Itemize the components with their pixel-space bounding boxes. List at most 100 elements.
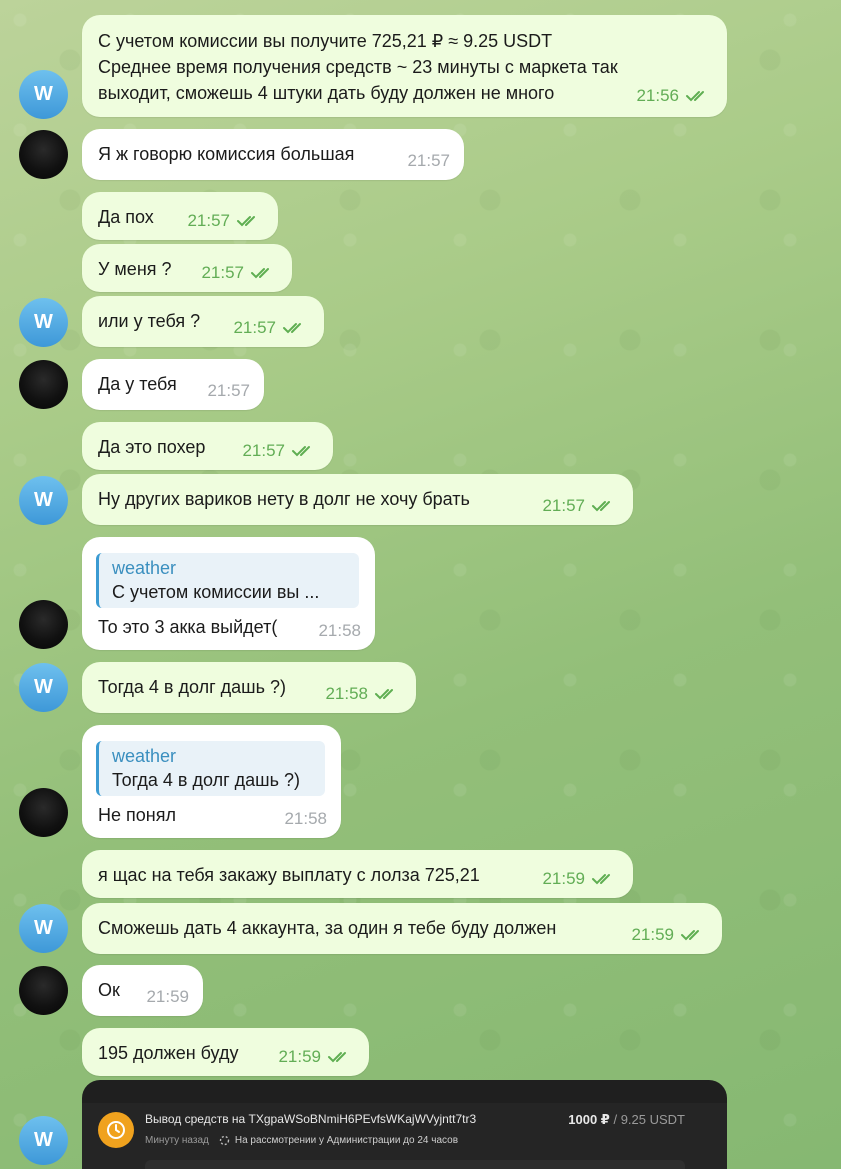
message-meta: 21:57: [187, 208, 264, 234]
message-text: То это 3 акка выйдет(: [98, 617, 278, 637]
message-time: 21:59: [146, 987, 189, 1006]
message-meta: 21:57: [542, 493, 619, 519]
avatar[interactable]: W: [19, 663, 68, 712]
message-time: 21:58: [318, 621, 361, 640]
message-meta: 21:57: [201, 260, 278, 286]
avatar[interactable]: [19, 360, 68, 409]
avatar-letter: W: [34, 83, 53, 105]
message-bubble-incoming[interactable]: weather С учетом комиссии вы ... То это …: [82, 537, 375, 650]
message-time: 21:56: [636, 86, 679, 105]
message-text: У меня ?: [98, 259, 172, 279]
spinner-icon: [219, 1135, 230, 1146]
message-meta: 21:57: [207, 378, 250, 404]
avatar-letter: W: [34, 917, 53, 939]
reply-quote[interactable]: weather С учетом комиссии вы ...: [96, 553, 359, 608]
avatar-letter: W: [34, 311, 53, 333]
message-bubble-outgoing[interactable]: Сможешь дать 4 аккаунта, за один я тебе …: [82, 903, 722, 954]
withdraw-card[interactable]: Вывод средств на TXgpaWSoBNmiH6PEvfsWKaj…: [82, 1080, 727, 1169]
message-time: 21:59: [278, 1047, 321, 1066]
message-time: 21:57: [207, 381, 250, 400]
message-meta: 21:57: [407, 148, 450, 174]
message-bubble-outgoing[interactable]: 195 должен буду 21:59: [82, 1028, 369, 1076]
message-text: С учетом комиссии вы получите 725,21 ₽ ≈…: [98, 31, 618, 103]
double-check-icon: [592, 501, 610, 512]
message-time: 21:58: [325, 684, 368, 703]
message-bubble-incoming[interactable]: Ок 21:59: [82, 965, 203, 1016]
avatar-letter: W: [34, 1129, 53, 1151]
message-time: 21:57: [201, 263, 244, 282]
withdraw-amount-usd: / 9.25 USDT: [613, 1112, 685, 1127]
message-bubble-incoming[interactable]: Да у тебя 21:57: [82, 359, 264, 410]
avatar[interactable]: W: [19, 904, 68, 953]
message-bubble-outgoing[interactable]: Да пох 21:57: [82, 192, 278, 240]
avatar-letter: W: [34, 489, 53, 511]
message-meta: 21:59: [146, 984, 189, 1010]
message-text: Тогда 4 в долг дашь ?): [98, 677, 286, 697]
double-check-icon: [237, 216, 255, 227]
avatar[interactable]: W: [19, 1116, 68, 1165]
withdraw-title: Вывод средств на TXgpaWSoBNmiH6PEvfsWKaj…: [145, 1112, 477, 1126]
reply-author: weather: [112, 558, 177, 578]
withdraw-amount: 1000 ₽ / 9.25 USDT: [568, 1112, 685, 1128]
withdraw-subline: Минуту назад На рассмотрении у Администр…: [145, 1135, 458, 1146]
message-time: 21:59: [631, 925, 674, 944]
message-meta: 21:59: [278, 1044, 355, 1070]
message-time: 21:57: [407, 151, 450, 170]
message-bubble-outgoing[interactable]: С учетом комиссии вы получите 725,21 ₽ ≈…: [82, 15, 727, 117]
clock-icon: [98, 1112, 134, 1148]
message-text: Не понял: [98, 805, 176, 825]
message-text: Ну других вариков нету в долг не хочу бр…: [98, 489, 470, 509]
reply-quote[interactable]: weather Тогда 4 в долг дашь ?): [96, 741, 325, 796]
reply-text: С учетом комиссии вы ...: [112, 582, 320, 602]
message-bubble-incoming[interactable]: Я ж говорю комиссия большая 21:57: [82, 129, 464, 180]
message-text: Ок: [98, 980, 120, 1000]
reply-author: weather: [112, 746, 177, 766]
message-time: 21:58: [284, 809, 327, 828]
message-text: Да это похер: [98, 437, 206, 457]
message-time: 21:59: [542, 869, 585, 888]
double-check-icon: [328, 1052, 346, 1063]
withdraw-amount-rub: 1000 ₽: [568, 1112, 610, 1127]
double-check-icon: [251, 268, 269, 279]
double-check-icon: [592, 874, 610, 885]
message-text: Я ж говорю комиссия большая: [98, 144, 355, 164]
message-meta: 21:57: [233, 315, 310, 341]
withdraw-status-text: На рассмотрении у Администрации до 24 ча…: [234, 1135, 459, 1146]
message-bubble-outgoing[interactable]: Ну других вариков нету в долг не хочу бр…: [82, 474, 633, 525]
reply-text: Тогда 4 в долг дашь ?): [112, 770, 300, 790]
message-bubble-outgoing[interactable]: или у тебя ? 21:57: [82, 296, 324, 347]
avatar[interactable]: [19, 600, 68, 649]
message-meta: 21:59: [631, 922, 708, 948]
message-bubble-outgoing[interactable]: я щас на тебя закажу выплату с лолза 725…: [82, 850, 633, 898]
message-meta: 21:58: [318, 618, 361, 644]
avatar-letter: W: [34, 676, 53, 698]
double-check-icon: [375, 689, 393, 700]
message-bubble-outgoing[interactable]: У меня ? 21:57: [82, 244, 292, 292]
message-bubble-incoming[interactable]: weather Тогда 4 в долг дашь ?) Не понял …: [82, 725, 341, 838]
avatar[interactable]: W: [19, 476, 68, 525]
message-time: 21:57: [242, 441, 285, 460]
withdraw-status: На рассмотрении у Администрации до 24 ча…: [219, 1135, 458, 1146]
double-check-icon: [686, 89, 710, 102]
message-text: я щас на тебя закажу выплату с лолза 725…: [98, 865, 480, 885]
message-text: Да у тебя: [98, 374, 177, 394]
message-text: или у тебя ?: [98, 311, 201, 331]
avatar[interactable]: [19, 130, 68, 179]
message-bubble-outgoing[interactable]: Тогда 4 в долг дашь ?) 21:58: [82, 662, 416, 713]
double-check-icon: [681, 930, 699, 941]
message-meta: 21:59: [542, 866, 619, 892]
message-time: 21:57: [187, 211, 230, 230]
withdraw-time-ago: Минуту назад: [145, 1135, 209, 1146]
avatar[interactable]: W: [19, 70, 68, 119]
double-check-icon: [283, 323, 301, 334]
message-meta: 21:56: [636, 83, 713, 109]
message-bubble-outgoing[interactable]: Да это похер 21:57: [82, 422, 333, 470]
avatar[interactable]: W: [19, 298, 68, 347]
avatar[interactable]: [19, 966, 68, 1015]
double-check-icon: [292, 446, 310, 457]
avatar[interactable]: [19, 788, 68, 837]
message-text: Да пох: [98, 207, 154, 227]
message-time: 21:57: [233, 318, 276, 337]
message-text: 195 должен буду: [98, 1043, 239, 1063]
withdraw-card-footer: [145, 1160, 685, 1169]
